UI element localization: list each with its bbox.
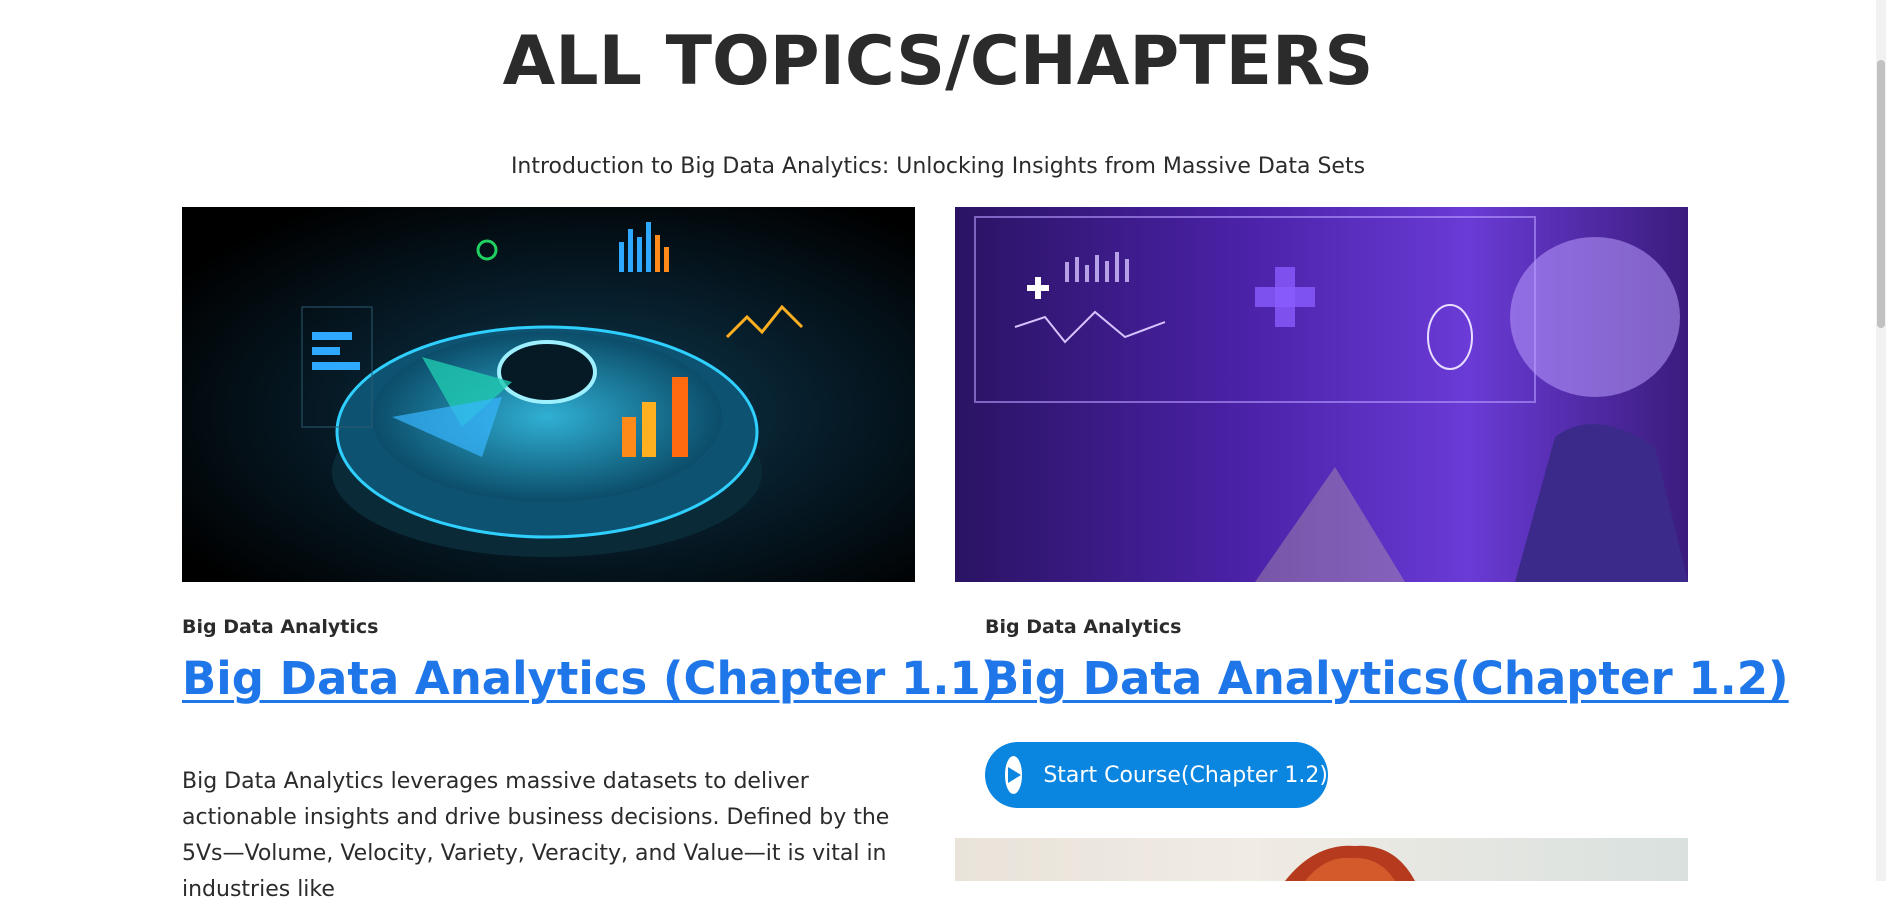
card-image-medical <box>955 207 1688 582</box>
start-course-label: Start Course(Chapter 1.2) <box>1043 762 1328 788</box>
card-image-analytics <box>182 207 915 582</box>
card-image-next <box>955 838 1688 881</box>
card-category: Big Data Analytics <box>985 616 1182 638</box>
scrollbar-thumb[interactable] <box>1877 60 1885 328</box>
page-subtitle: Introduction to Big Data Analytics: Unlo… <box>510 154 1366 179</box>
chapter-1-1-link[interactable]: Big Data Analytics (Chapter 1.1) <box>182 652 1001 705</box>
chapter-1-2-link[interactable]: Big Data Analytics(Chapter 1.2) <box>985 652 1789 705</box>
play-circle-icon <box>1005 756 1023 794</box>
page-title: ALL TOPICS/CHAPTERS <box>502 22 1374 101</box>
page-scrollbar[interactable] <box>1876 0 1886 881</box>
card-category: Big Data Analytics <box>182 616 379 638</box>
start-course-button[interactable]: Start Course(Chapter 1.2) <box>985 742 1328 808</box>
card-description: Big Data Analytics leverages massive dat… <box>182 769 890 902</box>
